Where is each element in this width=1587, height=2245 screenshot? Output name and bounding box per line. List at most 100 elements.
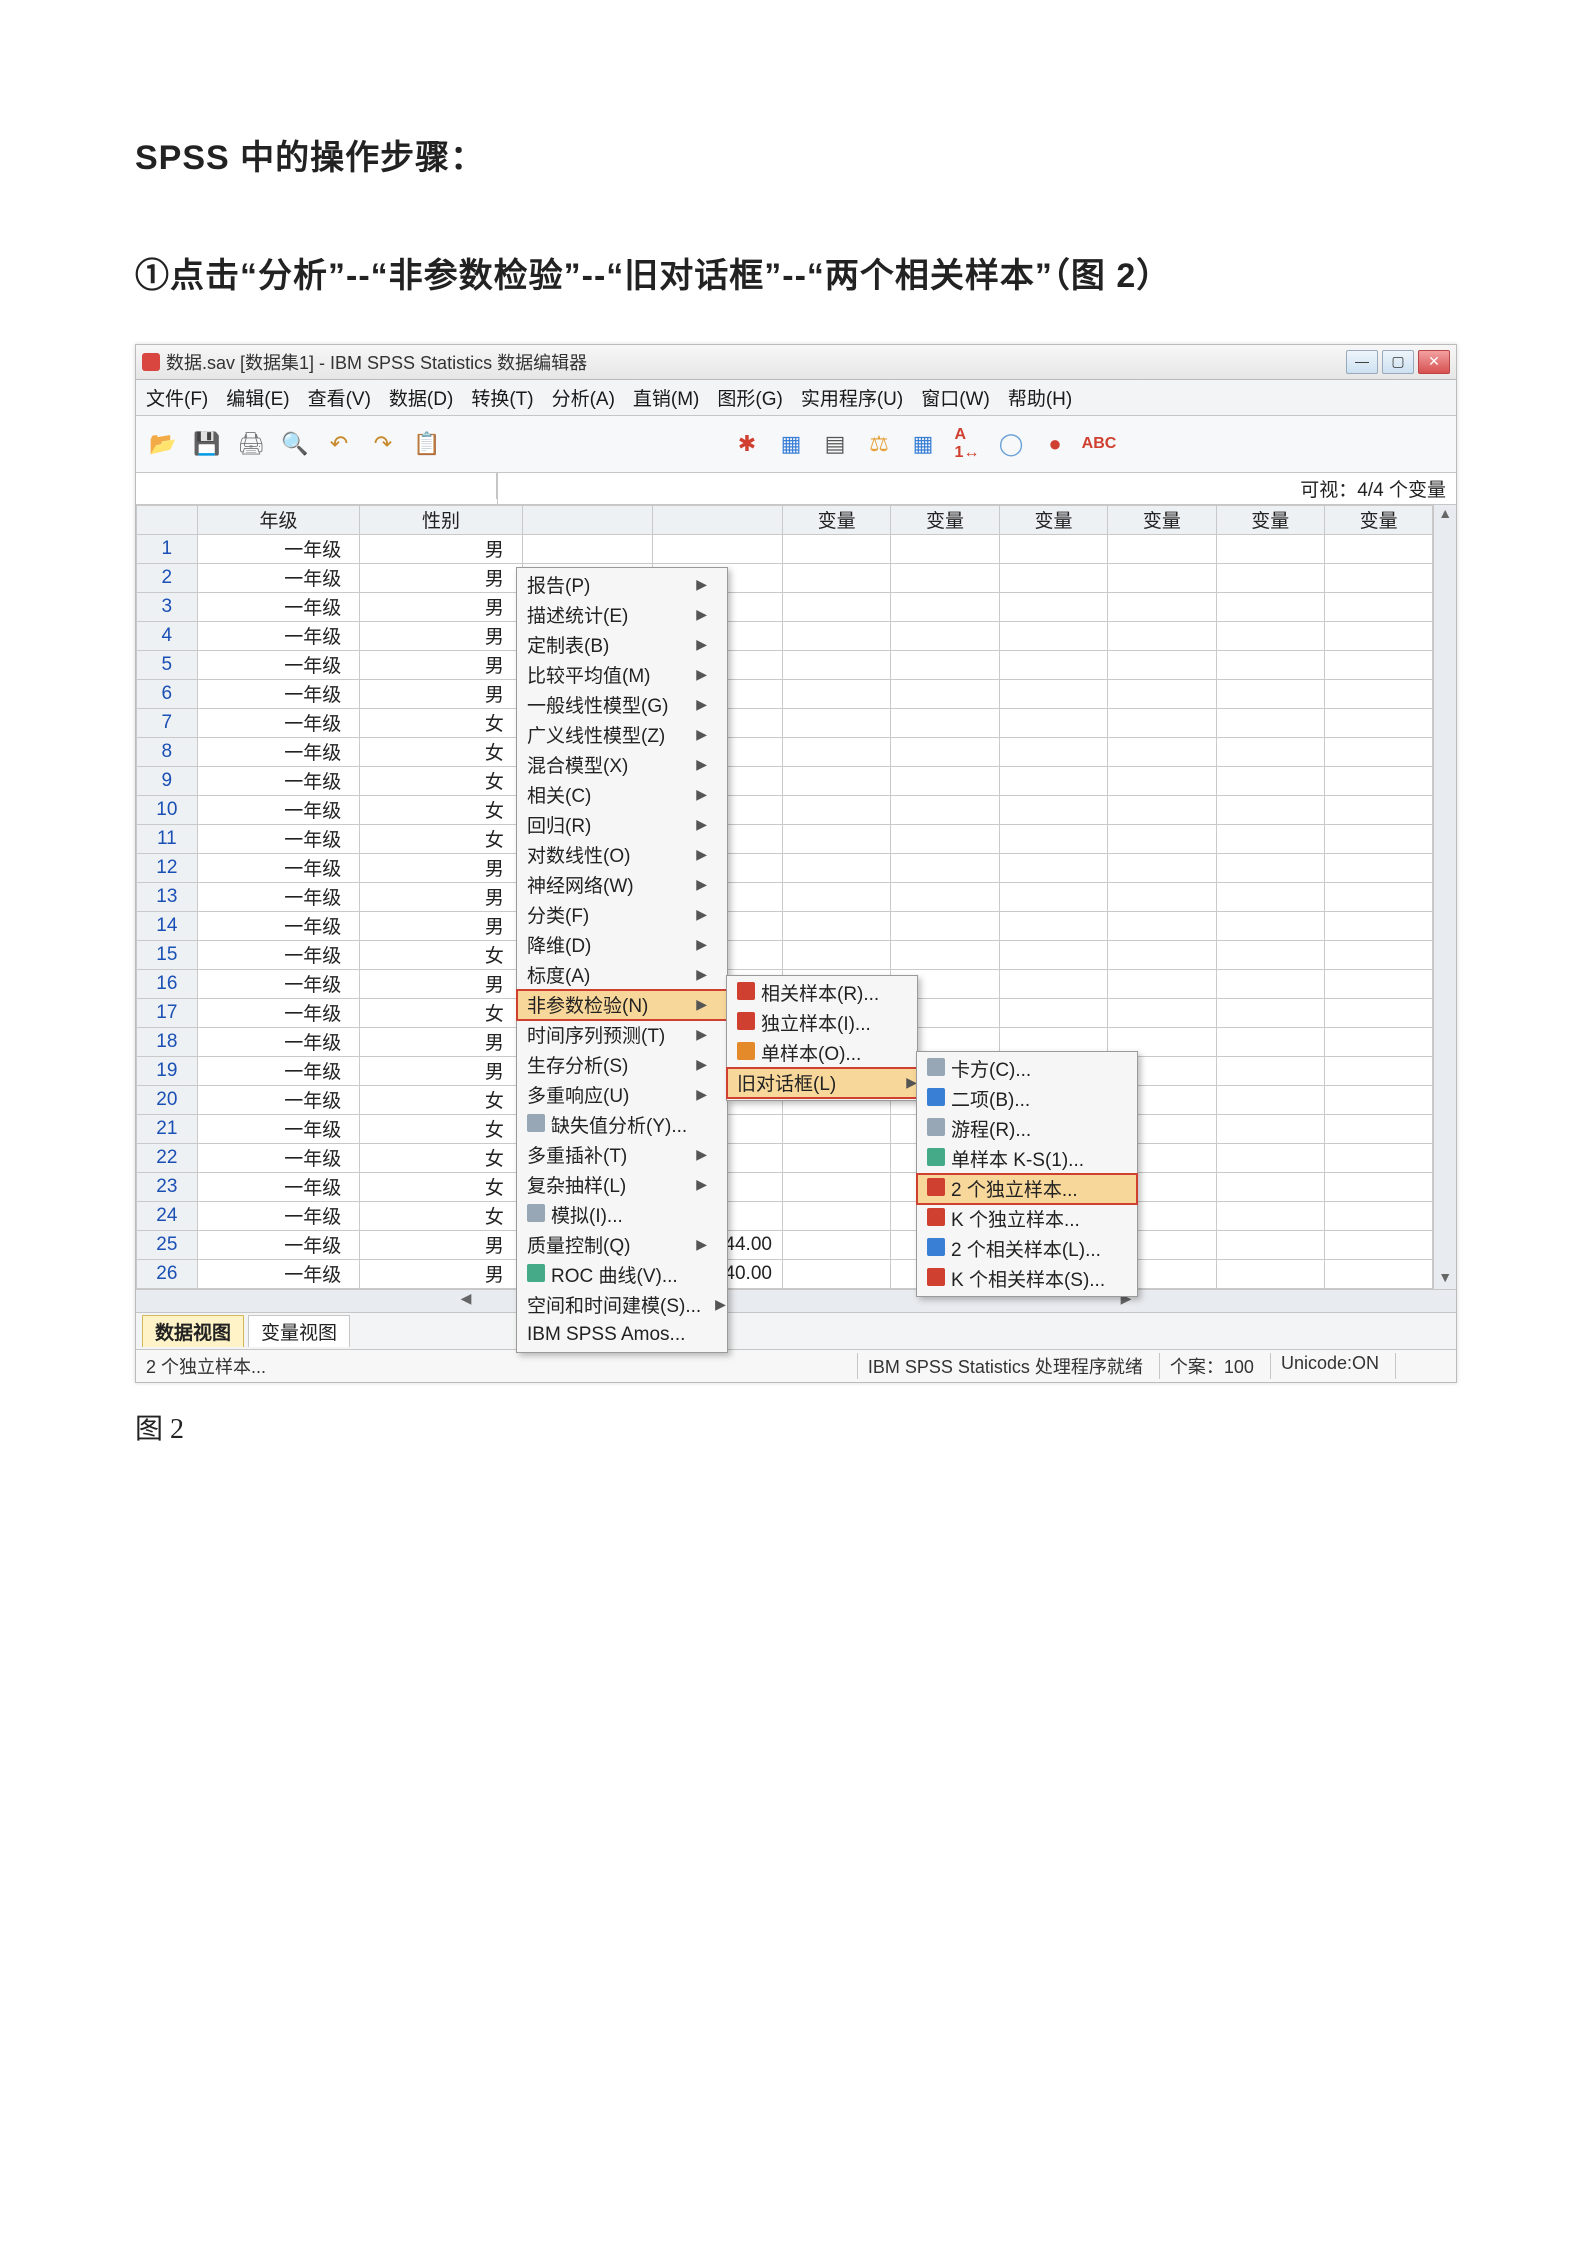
row-number[interactable]: 23 (137, 1172, 198, 1201)
col-var[interactable]: 变量 (1216, 505, 1324, 534)
cell-sex[interactable]: 男 (360, 1230, 523, 1259)
table-row[interactable]: 9一年级女 (137, 766, 1433, 795)
cell-v2[interactable] (652, 534, 782, 563)
cell-sex[interactable]: 女 (360, 1114, 523, 1143)
tb-spellcheck-icon[interactable]: ABC (1080, 425, 1118, 463)
table-row[interactable]: 11一年级女 (137, 824, 1433, 853)
cell-grade[interactable]: 一年级 (197, 621, 360, 650)
cell-sex[interactable]: 女 (360, 795, 523, 824)
row-number[interactable]: 18 (137, 1027, 198, 1056)
cell-sex[interactable]: 男 (360, 679, 523, 708)
table-row[interactable]: 14一年级男 (137, 911, 1433, 940)
menu-item[interactable]: 多重插补(T)▶ (517, 1140, 731, 1170)
cell-grade[interactable]: 一年级 (197, 853, 360, 882)
cell-grade[interactable]: 一年级 (197, 679, 360, 708)
cell-grade[interactable]: 一年级 (197, 766, 360, 795)
cell-grade[interactable]: 一年级 (197, 1056, 360, 1085)
cell-sex[interactable]: 女 (360, 824, 523, 853)
cell-grade[interactable]: 一年级 (197, 969, 360, 998)
menu-item[interactable]: K 个相关样本(S)... (917, 1264, 1137, 1294)
menu-item[interactable]: 相关样本(R)... (727, 978, 941, 1008)
row-number[interactable]: 22 (137, 1143, 198, 1172)
tb-icon-3[interactable]: ▤ (816, 425, 854, 463)
row-number[interactable]: 3 (137, 592, 198, 621)
table-row[interactable]: 24一年级女 (137, 1201, 1433, 1230)
cell-sex[interactable]: 男 (360, 650, 523, 679)
menu-item[interactable]: 生存分析(S)▶ (517, 1050, 731, 1080)
table-row[interactable]: 4一年级男 (137, 621, 1433, 650)
tab-data-view[interactable]: 数据视图 (142, 1315, 244, 1347)
row-number[interactable]: 13 (137, 882, 198, 911)
cell-sex[interactable]: 男 (360, 911, 523, 940)
cell-sex[interactable]: 女 (360, 1172, 523, 1201)
tb-icon-2[interactable]: ▦ (772, 425, 810, 463)
table-row[interactable]: 23一年级女 (137, 1172, 1433, 1201)
cell-grade[interactable]: 一年级 (197, 1027, 360, 1056)
menu-item[interactable]: 标度(A)▶ (517, 960, 731, 990)
save-icon[interactable]: 💾 (188, 425, 226, 463)
table-row[interactable]: 1一年级男 (137, 534, 1433, 563)
window-close-button[interactable]: ✕ (1418, 350, 1450, 374)
col-hidden-1[interactable] (522, 505, 652, 534)
row-number[interactable]: 2 (137, 563, 198, 592)
menu-direct[interactable]: 直销(M) (633, 384, 699, 411)
menu-item[interactable]: 报告(P)▶ (517, 570, 731, 600)
menu-item[interactable]: 复杂抽样(L)▶ (517, 1170, 731, 1200)
col-sex[interactable]: 性别 (360, 505, 523, 534)
cell-ref-box[interactable] (136, 473, 497, 499)
menu-view[interactable]: 查看(V) (308, 384, 371, 411)
cell-grade[interactable]: 一年级 (197, 650, 360, 679)
menu-item[interactable]: 质量控制(Q)▶ (517, 1230, 731, 1260)
cell-sex[interactable]: 男 (360, 621, 523, 650)
row-number[interactable]: 8 (137, 737, 198, 766)
menu-edit[interactable]: 编辑(E) (226, 384, 289, 411)
menu-item[interactable]: 描述统计(E)▶ (517, 600, 731, 630)
menu-item[interactable]: 单样本(O)... (727, 1038, 941, 1068)
cell-grade[interactable]: 一年级 (197, 563, 360, 592)
cell-grade[interactable]: 一年级 (197, 1259, 360, 1288)
open-icon[interactable]: 📂 (144, 425, 182, 463)
menu-item[interactable]: IBM SPSS Amos... (517, 1320, 731, 1350)
menu-analyze[interactable]: 分析(A) (552, 384, 615, 411)
row-number[interactable]: 17 (137, 998, 198, 1027)
cell-sex[interactable]: 女 (360, 1085, 523, 1114)
recall-icon[interactable]: 🔍 (276, 425, 314, 463)
menu-item[interactable]: 广义线性模型(Z)▶ (517, 720, 731, 750)
menu-item[interactable]: 非参数检验(N)▶ (517, 990, 731, 1020)
window-minimize-button[interactable]: — (1346, 350, 1378, 374)
menu-item[interactable]: 缺失值分析(Y)... (517, 1110, 731, 1140)
cell-grade[interactable]: 一年级 (197, 1143, 360, 1172)
row-number[interactable]: 6 (137, 679, 198, 708)
cell-v1[interactable] (522, 534, 652, 563)
cell-sex[interactable]: 男 (360, 563, 523, 592)
menu-item[interactable]: 多重响应(U)▶ (517, 1080, 731, 1110)
cell-grade[interactable]: 一年级 (197, 1085, 360, 1114)
horizontal-scrollbar[interactable]: ◀ ▶ (136, 1289, 1456, 1312)
cell-sex[interactable]: 男 (360, 853, 523, 882)
cell-grade[interactable]: 一年级 (197, 534, 360, 563)
menu-item[interactable]: 定制表(B)▶ (517, 630, 731, 660)
menu-item[interactable]: 独立样本(I)... (727, 1008, 941, 1038)
col-grade[interactable]: 年级 (197, 505, 360, 534)
menu-item[interactable]: 时间序列预测(T)▶ (517, 1020, 731, 1050)
menu-item[interactable]: K 个独立样本... (917, 1204, 1137, 1234)
menu-item[interactable]: 卡方(C)... (917, 1054, 1137, 1084)
cell-sex[interactable]: 男 (360, 969, 523, 998)
goto-icon[interactable]: 📋 (408, 425, 446, 463)
cell-sex[interactable]: 女 (360, 708, 523, 737)
row-number[interactable]: 21 (137, 1114, 198, 1143)
cell-grade[interactable]: 一年级 (197, 1114, 360, 1143)
tb-icon-8[interactable]: ● (1036, 425, 1074, 463)
table-row[interactable]: 8一年级女 (137, 737, 1433, 766)
menu-util[interactable]: 实用程序(U) (801, 384, 903, 411)
menu-item[interactable]: 相关(C)▶ (517, 780, 731, 810)
menu-transform[interactable]: 转换(T) (471, 384, 533, 411)
data-grid[interactable]: 年级 性别 变量 变量 变量 变量 变量 变量 1一年级男2一年级男3一年级 (136, 505, 1433, 1289)
menu-window[interactable]: 窗口(W) (921, 384, 990, 411)
cell-sex[interactable]: 女 (360, 737, 523, 766)
menu-item[interactable]: 空间和时间建模(S)...▶ (517, 1290, 731, 1320)
row-number[interactable]: 1 (137, 534, 198, 563)
menu-item[interactable]: 一般线性模型(G)▶ (517, 690, 731, 720)
col-hidden-2[interactable] (652, 505, 782, 534)
menu-item[interactable]: 神经网络(W)▶ (517, 870, 731, 900)
